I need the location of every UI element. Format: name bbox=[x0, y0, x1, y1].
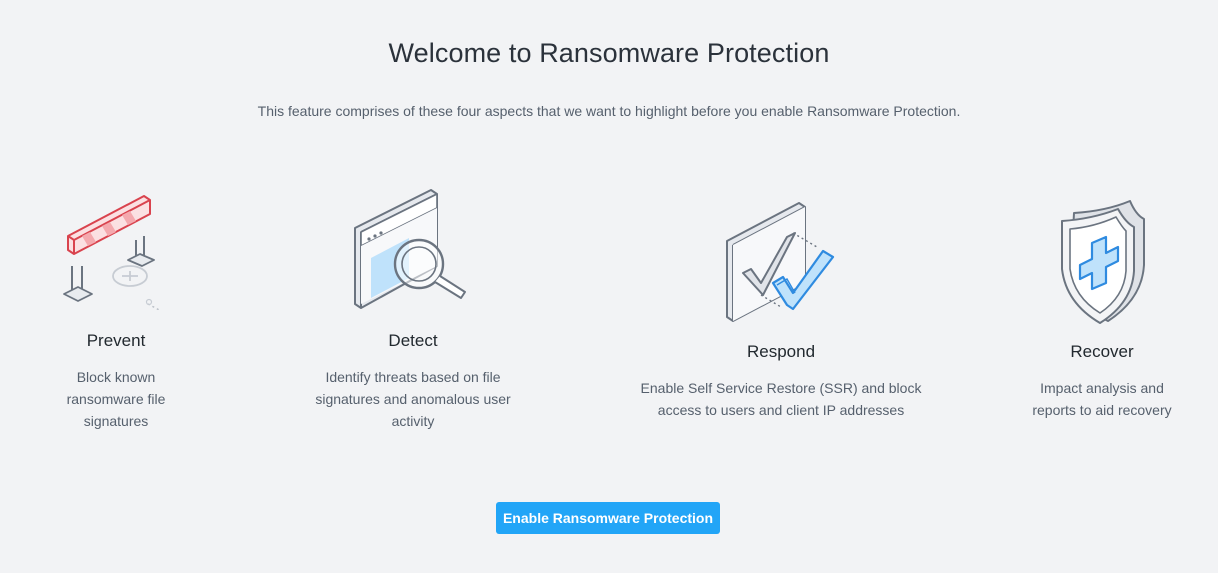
feature-description: Identify threats based on file signature… bbox=[315, 369, 511, 429]
checkmark-icon bbox=[721, 199, 841, 323]
feature-name: Prevent bbox=[86, 331, 146, 350]
shield-plus-icon bbox=[1056, 199, 1148, 327]
feature-description: Impact analysis and reports to aid recov… bbox=[1032, 380, 1172, 418]
magnifier-window-icon bbox=[349, 186, 475, 314]
feature-respond: Respond Enable Self Service Restore (SSR… bbox=[631, 195, 931, 435]
feature-name: Detect bbox=[388, 331, 438, 350]
page-title: Welcome to Ransomware Protection bbox=[388, 38, 830, 68]
page-subtitle: This feature comprises of these four asp… bbox=[257, 103, 961, 119]
barrier-icon bbox=[60, 194, 184, 321]
feature-name: Respond bbox=[746, 342, 816, 361]
feature-detect: Detect Identify threats based on file si… bbox=[303, 180, 523, 440]
feature-description: Block known ransomware file signatures bbox=[66, 369, 166, 429]
feature-recover: Recover Impact analysis and reports to a… bbox=[1012, 195, 1192, 435]
feature-description: Enable Self Service Restore (SSR) and bl… bbox=[640, 380, 922, 418]
feature-name: Recover bbox=[1070, 342, 1134, 361]
enable-ransomware-protection-button[interactable]: Enable Ransomware Protection bbox=[496, 502, 720, 534]
feature-prevent: Prevent Block known ransomware file sign… bbox=[16, 180, 216, 440]
